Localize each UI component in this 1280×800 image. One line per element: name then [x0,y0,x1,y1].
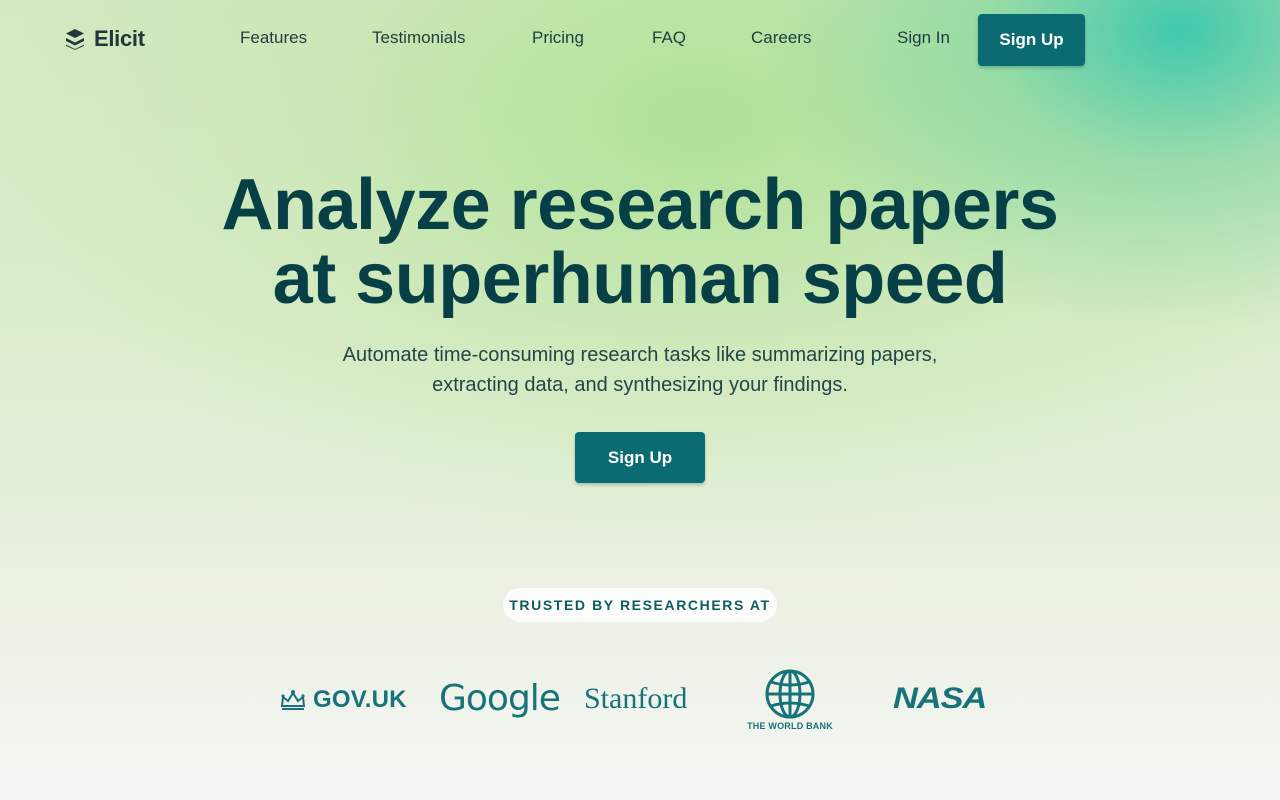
globe-icon [765,669,815,719]
nav-link-careers[interactable]: Careers [751,28,811,48]
nav-link-pricing[interactable]: Pricing [532,28,584,48]
hero-title: Analyze research papers at superhuman sp… [0,168,1280,316]
nav-link-faq[interactable]: FAQ [652,28,686,48]
sign-in-link[interactable]: Sign In [897,28,950,48]
stacked-layers-icon [66,29,84,50]
nasa-logo: NASA [893,682,987,716]
header-sign-up-button[interactable]: Sign Up [978,14,1085,66]
hero-subtitle: Automate time-consuming research tasks l… [0,340,1280,400]
trusted-by-badge: TRUSTED BY RESEARCHERS AT [503,588,777,622]
govuk-logo: GOV.UK [279,686,407,714]
hero-subtitle-line-1: Automate time-consuming research tasks l… [342,344,938,366]
site-header: Elicit Features Testimonials Pricing FAQ… [0,0,1280,76]
partner-logos: GOV.UK Google Stanford THE WORLD BANK NA… [0,660,1280,750]
nav-link-features[interactable]: Features [240,28,307,48]
stanford-label: Stanford [584,682,688,715]
stanford-logo: Stanford [584,682,687,716]
google-label: Google [439,678,561,719]
hero-title-line-2: at superhuman speed [272,239,1008,319]
nasa-label: NASA [893,682,987,715]
elicit-logo[interactable]: Elicit [64,26,145,52]
hero-sign-up-button[interactable]: Sign Up [575,432,705,483]
world-bank-label: THE WORLD BANK [747,721,833,731]
govuk-label: GOV.UK [313,686,407,713]
hero-subtitle-line-2: extracting data, and synthesizing your f… [432,374,848,396]
brand-name: Elicit [94,26,145,51]
world-bank-logo: THE WORLD BANK [747,668,833,731]
nav-link-testimonials[interactable]: Testimonials [372,28,466,48]
google-logo: Google [439,678,561,719]
crown-icon [280,690,306,710]
hero-title-line-1: Analyze research papers [221,165,1059,245]
